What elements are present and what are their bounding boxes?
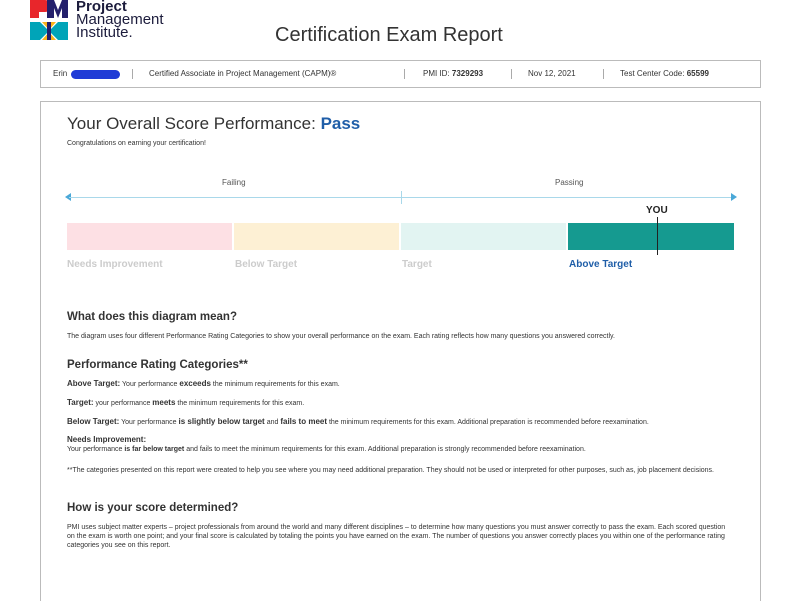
test-center-code: 65599 — [686, 69, 709, 78]
category-label-target: Target — [402, 259, 432, 270]
pmi-id-cell: PMI ID: 7329293 — [405, 69, 512, 79]
you-marker-label: YOU — [646, 205, 668, 216]
ratings-heading: Performance Rating Categories** — [67, 359, 248, 371]
redaction-mark — [71, 69, 120, 79]
pmi-wordmark: Project Management Institute. — [76, 0, 164, 40]
diagram-heading: What does this diagram mean? — [67, 311, 237, 323]
rating-below-bold-2: fails to meet — [280, 417, 328, 426]
arrow-right-icon — [731, 193, 737, 201]
rating-needs-improvement: Needs Improvement: Your performance is f… — [67, 435, 737, 454]
rating-below-pre: Your performance — [121, 419, 177, 426]
rating-above-pre: Your performance — [122, 381, 178, 388]
page-title: Certification Exam Report — [275, 24, 503, 46]
failing-label: Failing — [222, 178, 246, 187]
rating-below-target: Below Target: Your performance is slight… — [67, 417, 737, 427]
pmi-id-label: PMI ID: — [423, 69, 450, 78]
score-heading-text: Your Overall Score Performance: — [67, 114, 316, 133]
rating-target-post: the minimum requirements for this exam. — [177, 400, 305, 407]
score-determined-heading: How is your score determined? — [67, 502, 239, 514]
candidate-name-cell: Erin — [41, 69, 133, 79]
exam-date: Nov 12, 2021 — [512, 69, 604, 79]
rating-target-label: Target: — [67, 398, 94, 407]
ratings-footnote: **The categories presented on this repor… — [67, 467, 714, 474]
rating-below-mid: and — [266, 419, 279, 426]
rating-target-bold: meets — [152, 398, 176, 407]
passing-label: Passing — [555, 178, 584, 187]
rating-needs-label: Needs Improvement: — [67, 435, 147, 444]
category-label-below-target: Below Target — [235, 259, 298, 270]
rating-needs-post: and fails to meet the minimum requiremen… — [186, 446, 586, 453]
congrats-text: Congratulations on earning your certific… — [67, 140, 206, 147]
score-determined-text: PMI uses subject matter experts – projec… — [67, 524, 726, 549]
you-marker-line — [657, 217, 658, 255]
rating-needs-pre: Your performance — [67, 446, 123, 453]
report-card: Your Overall Score Performance: Pass Con… — [40, 101, 761, 601]
candidate-name: Erin — [53, 69, 68, 78]
band-target — [401, 223, 566, 250]
rating-below-label: Below Target: — [67, 417, 120, 426]
performance-scale: Failing Passing YOU Needs Improvement Be… — [65, 174, 737, 274]
candidate-info-bar: Erin Certified Associate in Project Mana… — [40, 60, 761, 88]
rating-target-pre: your performance — [95, 400, 151, 407]
pmi-logo-icon — [30, 0, 68, 40]
rating-needs-bold: is far below target — [124, 446, 185, 453]
test-center-cell: Test Center Code: 65599 — [604, 69, 721, 79]
rating-below-bold-1: is slightly below target — [178, 417, 265, 426]
category-label-above-target: Above Target — [569, 259, 633, 270]
rating-above-post: the minimum requirements for this exam. — [212, 381, 340, 388]
rating-target: Target: your performance meets the minim… — [67, 398, 737, 408]
rating-below-post: the minimum requirements for this exam. … — [328, 419, 649, 426]
rating-above-label: Above Target: — [67, 379, 121, 388]
rating-above-target: Above Target: Your performance exceeds t… — [67, 379, 737, 389]
rating-above-bold: exceeds — [179, 379, 211, 388]
diagram-text: The diagram uses four different Performa… — [67, 333, 615, 340]
score-heading: Your Overall Score Performance: Pass — [67, 114, 360, 134]
pass-fail-divider — [401, 191, 402, 204]
certification-cell: Certified Associate in Project Managemen… — [133, 69, 405, 79]
pmi-id-value: 7329293 — [451, 69, 484, 78]
band-above-target — [568, 223, 734, 250]
score-result: Pass — [320, 114, 361, 133]
category-label-needs-improvement: Needs Improvement — [67, 259, 163, 270]
band-below-target — [234, 223, 399, 250]
test-center-label: Test Center Code: — [620, 69, 685, 78]
pmi-logo: Project Management Institute. — [30, 0, 170, 44]
band-needs-improvement — [67, 223, 232, 250]
